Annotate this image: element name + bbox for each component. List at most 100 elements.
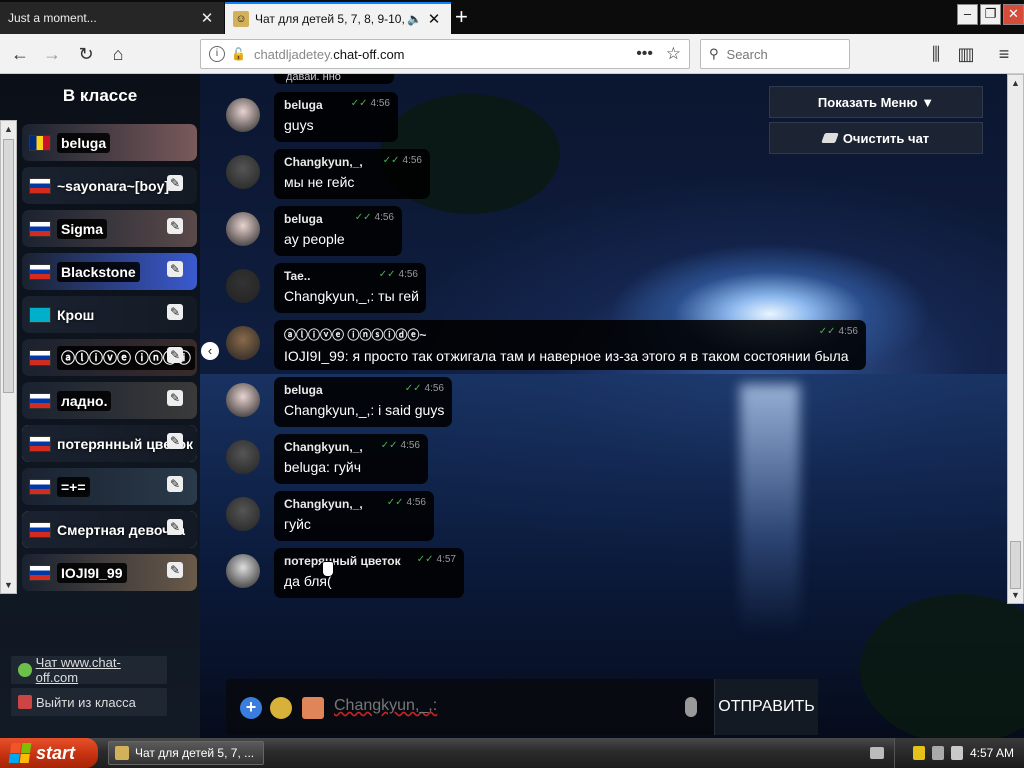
avatar[interactable] <box>226 212 260 246</box>
user-name: Крош <box>57 306 95 323</box>
restore-icon[interactable]: ❐ <box>980 4 1001 25</box>
sidebar-toggle-icon[interactable]: ▥ <box>954 42 978 66</box>
insecure-lock-icon[interactable]: 🔓 <box>231 47 246 61</box>
search-input[interactable]: ⚲ Search <box>700 39 850 69</box>
scrollbar-thumb[interactable] <box>3 139 14 393</box>
private-message-icon[interactable]: ✎ <box>167 304 183 320</box>
private-message-icon[interactable]: ✎ <box>167 175 183 191</box>
private-message-icon[interactable]: ✎ <box>167 218 183 234</box>
scroll-up-icon[interactable]: ▲ <box>1008 75 1023 91</box>
microphone-icon[interactable] <box>685 697 697 717</box>
message-bubble: beluga ✓✓ 4:56 Changkyun,_,: i said guys <box>274 377 452 427</box>
avatar[interactable] <box>226 440 260 474</box>
scroll-up-icon[interactable]: ▲ <box>1 121 16 137</box>
user-list-item[interactable]: ~sayonara~[boy] ✎ <box>22 167 197 204</box>
avatar[interactable] <box>226 155 260 189</box>
avatar[interactable] <box>226 554 260 588</box>
message-time: 4:56 <box>402 155 422 166</box>
network-icon[interactable] <box>931 746 944 760</box>
speaker-icon[interactable]: 🔈 <box>407 12 425 26</box>
favicon-icon <box>115 746 129 760</box>
info-icon[interactable]: i <box>209 46 225 62</box>
reload-icon[interactable]: ↻ <box>74 42 98 66</box>
keyboard-icon[interactable] <box>870 747 884 759</box>
user-list-item[interactable]: Смертная девочка ✎ <box>22 511 197 548</box>
hamburger-menu-icon[interactable]: ≡ <box>992 42 1016 66</box>
security-shield-icon[interactable] <box>912 746 925 760</box>
user-list-item[interactable]: beluga <box>22 124 197 161</box>
read-check-icon: ✓✓ <box>350 98 368 109</box>
private-message-icon[interactable]: ✎ <box>167 476 183 492</box>
clock[interactable]: 4:57 AM <box>970 746 1014 760</box>
leave-class-button[interactable]: Выйти из класса <box>11 688 167 716</box>
close-tab-icon[interactable]: ✕ <box>198 9 216 27</box>
scroll-down-icon[interactable]: ▼ <box>1 577 16 593</box>
clear-chat-button[interactable]: Очистить чат <box>769 122 983 154</box>
close-tab-icon[interactable]: ✕ <box>425 10 443 28</box>
user-name: beluga <box>57 132 111 153</box>
scroll-down-icon[interactable]: ▼ <box>1008 587 1023 603</box>
private-message-icon[interactable]: ✎ <box>167 433 183 449</box>
user-list-item[interactable]: потерянный цветок ✎ <box>22 425 197 462</box>
clear-chat-label: Очистить чат <box>842 130 930 146</box>
library-icon[interactable]: ⫼ <box>924 42 948 66</box>
message-bubble: beluga ✓✓ 4:56 ay people <box>274 206 402 256</box>
user-list-item[interactable]: Крош ✎ <box>22 296 197 333</box>
window-controls: ‒ ❐ ✕ <box>957 4 1024 25</box>
forward-icon[interactable]: → <box>40 42 64 66</box>
private-message-icon[interactable]: ✎ <box>167 261 183 277</box>
user-name: Sigma <box>57 218 108 239</box>
site-link[interactable]: Чат www.chat-off.com <box>11 655 167 685</box>
user-list-item[interactable]: ⓐⓛⓘⓥⓔ ⓘⓝⓢⓘ ✎ <box>22 339 197 376</box>
message-author[interactable]: ⓐⓛⓘⓥⓔ ⓘⓝⓢⓘⓓⓔ~ <box>284 326 856 343</box>
message-text: мы не гейс <box>284 174 355 190</box>
avatar[interactable] <box>226 326 260 360</box>
message-composer: + Changkyun,_,: ОТПРАВИТЬ <box>226 679 818 735</box>
avatar[interactable] <box>226 383 260 417</box>
read-check-icon: ✓✓ <box>404 383 422 394</box>
minimize-icon[interactable]: ‒ <box>957 4 978 25</box>
volume-icon[interactable] <box>950 746 963 760</box>
start-button[interactable]: start <box>0 738 98 768</box>
close-window-icon[interactable]: ✕ <box>1003 4 1024 25</box>
private-message-icon[interactable]: ✎ <box>167 562 183 578</box>
send-button[interactable]: ОТПРАВИТЬ <box>714 679 818 735</box>
sticker-icon[interactable] <box>302 697 324 719</box>
page-actions-icon[interactable]: ••• <box>636 45 653 63</box>
partial-message: давай. нно <box>274 74 394 84</box>
home-icon[interactable]: ⌂ <box>106 42 130 66</box>
taskbar-item-browser[interactable]: Чат для детей 5, 7, ... <box>108 741 264 765</box>
collapse-sidebar-icon[interactable]: ‹ <box>201 342 219 360</box>
message-bubble: потерянный цветок ✓✓ 4:57 да бля( <box>274 548 464 598</box>
scrollbar-thumb[interactable] <box>1010 541 1021 589</box>
message-input[interactable]: Changkyun,_,: <box>334 697 437 715</box>
search-icon: ⚲ <box>709 46 719 61</box>
private-message-icon[interactable]: ✎ <box>167 390 183 406</box>
private-message-icon[interactable]: ✎ <box>167 519 183 535</box>
user-list-item[interactable]: ладно. ✎ <box>22 382 197 419</box>
avatar[interactable] <box>226 269 260 303</box>
private-message-icon[interactable]: ✎ <box>167 347 183 363</box>
new-tab-icon[interactable]: + <box>455 4 468 30</box>
message-bubble: ⓐⓛⓘⓥⓔ ⓘⓝⓢⓘⓓⓔ~ ✓✓ 4:56 IOJI9I_99: я просто т… <box>274 320 866 370</box>
sidebar-scrollbar[interactable]: ▲ ▼ <box>0 120 17 594</box>
user-list-item[interactable]: IOJI9I_99 ✎ <box>22 554 197 591</box>
chat-page: В классе ▲ ▼ beluga ~sayonara~[boy] ✎ Sigma… <box>0 74 1024 738</box>
show-menu-button[interactable]: Показать Меню ▼ <box>769 86 983 118</box>
back-icon[interactable]: ← <box>8 42 32 66</box>
emoji-icon[interactable] <box>270 697 292 719</box>
url-bar[interactable]: i 🔓 chatdljadetey.chat-off.com ••• ☆ <box>200 39 690 69</box>
tab-just-a-moment[interactable]: Just a moment... ✕ <box>0 2 224 34</box>
attach-plus-icon[interactable]: + <box>240 697 262 719</box>
user-list-item[interactable]: Sigma ✎ <box>22 210 197 247</box>
user-list-item[interactable]: Blackstone ✎ <box>22 253 197 290</box>
tab-chat[interactable]: ☺ Чат для детей 5, 7, 8, 9-10, 🔈 ✕ <box>225 2 451 34</box>
message-meta: ✓✓ 4:56 <box>819 326 858 337</box>
avatar[interactable] <box>226 497 260 531</box>
avatar[interactable] <box>226 98 260 132</box>
read-check-icon: ✓✓ <box>378 269 396 280</box>
user-list-item[interactable]: =+= ✎ <box>22 468 197 505</box>
bookmark-star-icon[interactable]: ☆ <box>666 44 681 64</box>
chat-scrollbar[interactable]: ▲ ▼ <box>1007 74 1024 604</box>
flag-icon <box>29 306 51 323</box>
